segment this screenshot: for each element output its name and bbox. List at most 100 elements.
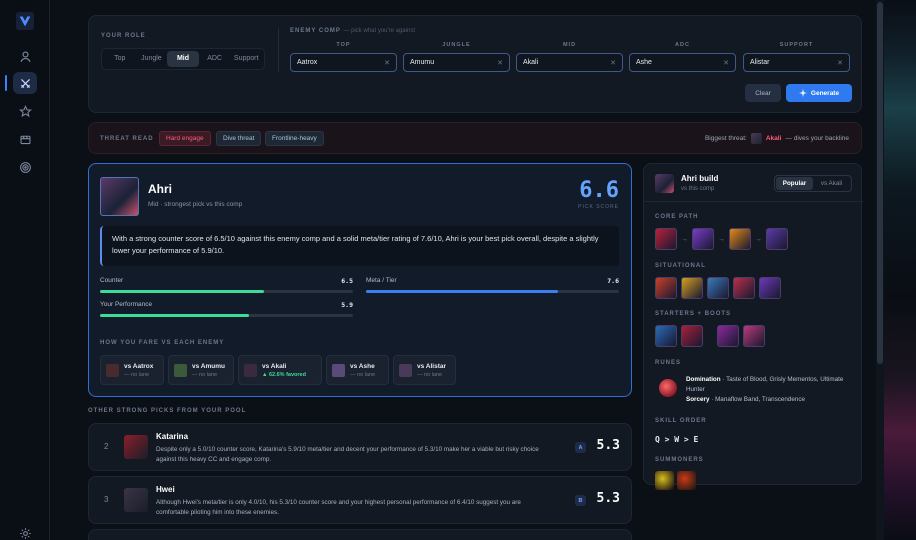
- skill-order-value: Q > W > E: [655, 435, 699, 444]
- lane-support-input[interactable]: Alistar ✕: [743, 53, 850, 72]
- fare-vs-amumu[interactable]: vs Amumu — no lane: [168, 355, 234, 385]
- arrow-right-icon: →: [755, 235, 762, 243]
- role-option-mid[interactable]: Mid: [167, 51, 199, 67]
- starters-label: STARTERS + BOOTS: [655, 311, 732, 317]
- role-label: YOUR ROLE: [101, 33, 146, 39]
- lane-jungle-input[interactable]: Amumu ✕: [403, 53, 510, 72]
- fare-note: — no lane: [192, 371, 218, 378]
- lane-mid-input[interactable]: Akali ✕: [516, 53, 623, 72]
- background-edge: [884, 0, 916, 540]
- aatrox-portrait-icon: [106, 363, 119, 377]
- role-option-adc[interactable]: ADC: [199, 51, 231, 67]
- role-option-support[interactable]: Support: [230, 51, 262, 67]
- item-icon[interactable]: [733, 277, 755, 299]
- threat-tag-dive: Dive threat: [216, 131, 262, 146]
- lane-support: SUPPORT Alistar ✕: [743, 42, 850, 72]
- lane-adc-value: Ashe: [636, 59, 652, 66]
- build-panel: Ahri build vs this comp Popular vs Akali…: [643, 163, 863, 490]
- alt-pick-hwei[interactable]: 3 Hwei Although Hwei's meta/tier is only…: [88, 476, 632, 524]
- role-option-jungle[interactable]: Jungle: [136, 51, 168, 67]
- fare-vs-ashe[interactable]: vs Ashe — no lane: [326, 355, 389, 385]
- fare-vs-akali[interactable]: vs Akali ▲ 62.6% favored: [238, 355, 322, 385]
- fare-title: vs Alistar: [417, 362, 447, 370]
- fare-vs-aatrox[interactable]: vs Aatrox — no lane: [100, 355, 164, 385]
- star-icon[interactable]: [13, 100, 37, 122]
- best-pick-card: Ahri Mid · strongest pick vs this comp 6…: [88, 163, 632, 397]
- clear-x-icon[interactable]: ✕: [837, 59, 843, 67]
- generate-button[interactable]: Generate: [786, 84, 852, 102]
- lane-adc-label: ADC: [675, 42, 690, 48]
- role-selector: Top Jungle Mid ADC Support: [101, 48, 265, 70]
- stat-counter-label: Counter: [100, 277, 124, 284]
- rune-primary-name: Domination: [686, 376, 721, 383]
- lane-adc: ADC Ashe ✕: [629, 42, 736, 72]
- clear-x-icon[interactable]: ✕: [723, 59, 729, 67]
- rune-secondary-list: · Manaflow Band, Transcendence: [711, 396, 806, 403]
- draft-setup-panel: YOUR ROLE Top Jungle Mid ADC Support ENE…: [88, 15, 862, 113]
- scrollbar-thumb[interactable]: [877, 2, 883, 364]
- item-icon[interactable]: [692, 228, 714, 250]
- fare-note: — no lane: [417, 371, 443, 378]
- lane-jungle-value: Amumu: [410, 59, 435, 66]
- profile-icon[interactable]: [13, 45, 37, 67]
- best-pick-name: Ahri: [148, 182, 172, 196]
- lane-adc-input[interactable]: Ashe ✕: [629, 53, 736, 72]
- film-icon[interactable]: [13, 128, 37, 150]
- lane-top: TOP Aatrox ✕: [290, 42, 397, 72]
- app-logo-icon[interactable]: [16, 12, 34, 30]
- item-icon[interactable]: [766, 228, 788, 250]
- stat-counter-value: 6.5: [341, 277, 353, 285]
- item-icon[interactable]: [655, 228, 677, 250]
- clear-button[interactable]: Clear: [745, 84, 781, 102]
- settings-gear-icon[interactable]: [13, 522, 37, 540]
- item-icon[interactable]: [681, 277, 703, 299]
- arrow-right-icon: →: [718, 235, 725, 243]
- stat-meta-value: 7.6: [607, 277, 619, 285]
- hwei-portrait-icon: [124, 488, 148, 512]
- arrow-right-icon: →: [681, 235, 688, 243]
- stat-performance-fill: [100, 314, 250, 317]
- lane-top-value: Aatrox: [297, 59, 318, 66]
- clear-x-icon[interactable]: ✕: [610, 59, 616, 67]
- item-icon[interactable]: [707, 277, 729, 299]
- fare-label: HOW YOU FARE VS EACH ENEMY: [100, 340, 225, 346]
- alt-pick-desc: Despite only a 5.0/10 counter score, Kat…: [156, 446, 539, 463]
- item-icon[interactable]: [681, 325, 703, 347]
- item-icon[interactable]: [729, 228, 751, 250]
- item-icon[interactable]: [655, 277, 677, 299]
- item-icon[interactable]: [759, 277, 781, 299]
- tab-vs-akali[interactable]: vs Akali: [813, 177, 850, 190]
- target-icon[interactable]: [13, 156, 37, 178]
- clear-x-icon[interactable]: ✕: [497, 59, 503, 67]
- enemy-comp-title: ENEMY COMP: [290, 28, 341, 34]
- biggest-threat-label: Biggest threat:: [704, 135, 747, 142]
- fare-note: ▲ 62.6% favored: [262, 371, 306, 378]
- divider: [278, 28, 279, 72]
- ignite-spell-icon[interactable]: [677, 471, 696, 490]
- pick-score-label: PICK SCORE: [578, 204, 619, 210]
- fare-vs-alistar[interactable]: vs Alistar — no lane: [393, 355, 456, 385]
- stat-performance-value: 5.9: [341, 301, 353, 309]
- summoner-spells: [655, 471, 696, 490]
- item-icon[interactable]: [717, 325, 739, 347]
- ahri-portrait-icon: [655, 174, 674, 193]
- build-header: Ahri build vs this comp Popular vs Akali: [644, 164, 863, 202]
- item-icon[interactable]: [743, 325, 765, 347]
- role-option-top[interactable]: Top: [104, 51, 136, 67]
- draft-swords-icon[interactable]: [5, 72, 37, 94]
- alistar-portrait-icon: [399, 363, 412, 377]
- situational-items: [655, 277, 781, 299]
- clear-x-icon[interactable]: ✕: [384, 59, 390, 67]
- threat-tag-frontline: Frontline-heavy: [265, 131, 324, 146]
- alt-pick-katarina[interactable]: 2 Katarina Despite only a 5.0/10 counter…: [88, 423, 632, 471]
- alt-pick-rank: 3: [104, 495, 109, 504]
- alt-pick-partial[interactable]: [88, 529, 632, 540]
- lane-top-input[interactable]: Aatrox ✕: [290, 53, 397, 72]
- item-icon[interactable]: [655, 325, 677, 347]
- stat-counter-bar: [100, 290, 353, 293]
- threat-tag-hard-engage: Hard engage: [159, 131, 211, 146]
- tab-popular[interactable]: Popular: [776, 177, 813, 190]
- nav-rail: [0, 0, 50, 540]
- fare-note: — no lane: [124, 371, 150, 378]
- flash-spell-icon[interactable]: [655, 471, 674, 490]
